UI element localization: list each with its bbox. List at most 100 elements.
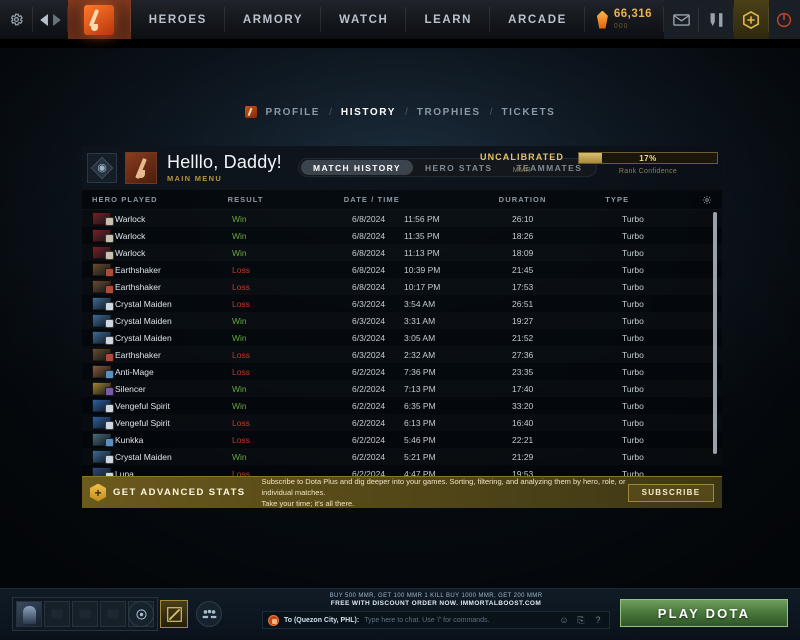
table-row[interactable]: Warlock Win 6/8/2024 11:35 PM 18:26 Turbo <box>82 227 722 244</box>
nav-item-arcade[interactable]: ARCADE <box>490 0 585 39</box>
table-header-row: HERO PLAYED RESULT DATE / TIME DURATION … <box>82 190 722 210</box>
table-row[interactable]: Crystal Maiden Win 6/2/2024 5:21 PM 21:29 Tur… <box>82 448 722 465</box>
cell-hero: Crystal Maiden <box>82 297 232 311</box>
table-row[interactable]: Luna Loss 6/2/2024 4:47 PM 19:53 Turbo <box>82 465 722 476</box>
empty-loadout-slot[interactable] <box>72 601 98 627</box>
hero-portrait-icon <box>92 433 114 447</box>
hero-portrait-icon <box>92 399 114 413</box>
nav-item-armory[interactable]: ARMORY <box>225 0 322 39</box>
table-row[interactable]: Crystal Maiden Win 6/3/2024 3:31 AM 19:27 Tur… <box>82 312 722 329</box>
ad-line-1: BUY 500 MMR, GET 100 MMR 1 KILL BUY 1000… <box>329 593 543 599</box>
cell-date: 6/3/2024 <box>352 315 386 326</box>
cell-duration: 16:40 <box>512 417 534 428</box>
empty-loadout-slot[interactable] <box>44 601 70 627</box>
table-row[interactable]: Kunkka Loss 6/2/2024 5:46 PM 22:21 Turbo <box>82 431 722 448</box>
table-scrollbar[interactable] <box>713 212 717 454</box>
top-navigation-bar: HEROES ARMORY WATCH LEARN ARCADE 66,316 … <box>0 0 800 40</box>
cell-time: 6:35 PM <box>404 400 436 411</box>
settings-button[interactable] <box>0 0 34 39</box>
cell-duration: 33:20 <box>512 400 534 411</box>
tab-match-history[interactable]: MATCH HISTORY <box>301 160 413 175</box>
hero-name: Crystal Maiden <box>115 451 172 462</box>
cell-type: Turbo <box>622 298 644 309</box>
breadcrumb-profile[interactable]: PROFILE <box>266 107 321 118</box>
table-row[interactable]: Crystal Maiden Loss 6/3/2024 3:54 AM 26:51 Tu… <box>82 295 722 312</box>
battlepass-button[interactable] <box>160 600 188 628</box>
cell-date: 6/2/2024 <box>352 417 386 428</box>
cell-hero: Warlock <box>82 229 232 243</box>
party-button[interactable] <box>196 601 222 627</box>
mmr-block: UNCALIBRATED MMR <box>480 152 564 174</box>
hero-badge-icon <box>105 234 114 243</box>
quit-button[interactable] <box>768 0 800 39</box>
back-button[interactable]: ◉ <box>87 153 117 183</box>
table-row[interactable]: Warlock Win 6/8/2024 11:13 PM 18:09 Turbo <box>82 244 722 261</box>
power-icon <box>777 12 792 27</box>
table-row[interactable]: Earthshaker Loss 6/8/2024 10:39 PM 21:45 Turb… <box>82 261 722 278</box>
breadcrumb-trophies[interactable]: TROPHIES <box>417 107 481 118</box>
cell-type: Turbo <box>622 264 644 275</box>
dota-home-button[interactable] <box>67 0 131 39</box>
match-history-table: HERO PLAYED RESULT DATE / TIME DURATION … <box>82 190 722 476</box>
chat-status-icon[interactable] <box>268 614 279 626</box>
ad-banner[interactable]: BUY 500 MMR, GET 100 MMR 1 KILL BUY 1000… <box>262 589 610 611</box>
table-row[interactable]: Crystal Maiden Win 6/3/2024 3:05 AM 21:52 Tur… <box>82 329 722 346</box>
slot-placeholder-icon <box>79 609 91 619</box>
breadcrumb-history[interactable]: HISTORY <box>341 107 396 118</box>
hero-portrait-icon <box>92 450 114 464</box>
cell-hero: Crystal Maiden <box>82 450 232 464</box>
hero-badge-icon <box>105 438 114 447</box>
messages-button[interactable] <box>664 0 699 39</box>
breadcrumb-tickets[interactable]: TICKETS <box>501 107 555 118</box>
table-settings-button[interactable] <box>702 195 722 205</box>
chat-input[interactable]: Type here to chat. Use '/' for commands. <box>364 617 553 624</box>
left-arrow-icon[interactable] <box>40 13 49 26</box>
subscribe-button[interactable]: SUBSCRIBE <box>628 483 714 502</box>
cell-result: Loss <box>232 298 250 309</box>
cell-date: 6/8/2024 <box>352 264 386 275</box>
cell-date: 6/8/2024 <box>352 281 386 292</box>
hero-name: Anti-Mage <box>115 366 154 377</box>
nav-history-arrows[interactable] <box>33 0 68 39</box>
cell-date: 6/3/2024 <box>352 349 386 360</box>
table-row[interactable]: Anti-Mage Loss 6/2/2024 7:36 PM 23:35 Turbo <box>82 363 722 380</box>
chat-bar[interactable]: To (Quezon City, PHL): Type here to chat… <box>262 611 610 629</box>
help-icon[interactable]: ? <box>592 614 604 626</box>
cell-datetime: 6/2/2024 5:21 PM <box>352 452 512 462</box>
cell-result: Loss <box>232 417 250 428</box>
compendium-button[interactable] <box>128 601 154 627</box>
table-row[interactable]: Earthshaker Loss 6/8/2024 10:17 PM 17:53 Turb… <box>82 278 722 295</box>
nav-item-watch[interactable]: WATCH <box>321 0 407 39</box>
shard-gem-icon <box>596 10 608 29</box>
hero-portrait-icon <box>92 297 114 311</box>
dota-plus-button[interactable] <box>733 0 769 39</box>
avatar[interactable] <box>125 152 157 184</box>
breadcrumb-separator: / <box>329 106 332 118</box>
table-row[interactable]: Vengeful Spirit Win 6/2/2024 6:35 PM 33:20 Tu… <box>82 397 722 414</box>
emoji-icon[interactable]: ☺ <box>558 614 570 626</box>
cell-duration: 17:53 <box>512 281 534 292</box>
shard-amount: 66,316 <box>613 8 653 21</box>
right-arrow-icon[interactable] <box>52 13 61 26</box>
empty-loadout-slot[interactable] <box>100 601 126 627</box>
table-row[interactable]: Vengeful Spirit Loss 6/2/2024 6:13 PM 16:40 T… <box>82 414 722 431</box>
cell-datetime: 6/3/2024 3:31 AM <box>352 316 512 326</box>
hero-portrait-icon <box>92 263 114 277</box>
hero-name: Vengeful Spirit <box>115 417 170 428</box>
cell-hero: Vengeful Spirit <box>82 399 232 413</box>
shard-balance[interactable]: 66,316 000 <box>585 0 665 39</box>
promo-title: GET ADVANCED STATS <box>113 487 246 498</box>
hero-portrait-slot[interactable] <box>16 601 42 627</box>
nav-item-learn[interactable]: LEARN <box>406 0 490 39</box>
cell-type: Turbo <box>622 247 644 258</box>
table-row[interactable]: Earthshaker Loss 6/3/2024 2:32 AM 27:36 Turbo <box>82 346 722 363</box>
nav-item-heroes[interactable]: HEROES <box>131 0 226 39</box>
armory-button[interactable] <box>698 0 734 39</box>
slot-placeholder-icon <box>51 609 63 619</box>
cell-duration: 22:21 <box>512 434 534 445</box>
table-row[interactable]: Silencer Win 6/2/2024 7:13 PM 17:40 Turbo <box>82 380 722 397</box>
play-dota-button[interactable]: PLAY DOTA <box>620 599 788 627</box>
cell-result: Loss <box>232 264 250 275</box>
table-row[interactable]: Warlock Win 6/8/2024 11:56 PM 26:10 Turbo <box>82 210 722 227</box>
invite-icon[interactable]: ⎘ <box>575 614 587 626</box>
